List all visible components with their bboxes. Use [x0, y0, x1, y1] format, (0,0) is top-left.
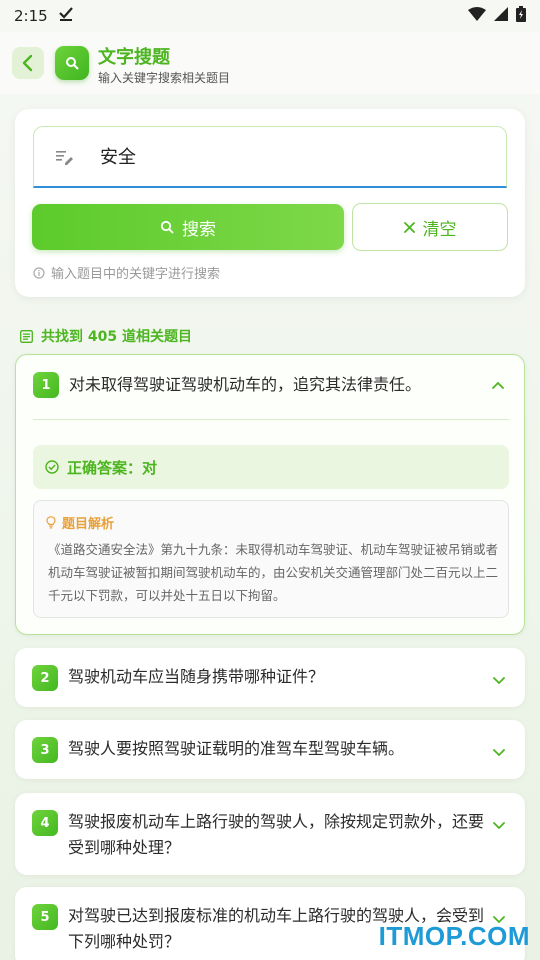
search-field[interactable]: [33, 126, 507, 188]
search-icon: [160, 220, 174, 234]
check-circle-icon: [45, 460, 59, 474]
question-card[interactable]: 2 驾驶机动车应当随身携带哪种证件？: [15, 648, 525, 707]
search-hint: 输入题目中的关键字进行搜索: [33, 263, 220, 282]
wifi-icon: [468, 7, 486, 25]
close-icon: [403, 221, 415, 233]
question-text: 驾驶机动车应当随身携带哪种证件？: [68, 667, 325, 686]
search-button[interactable]: 搜索: [32, 204, 344, 250]
question-card[interactable]: 3 驾驶人要按照驾驶证载明的准驾车型驾驶车辆。: [15, 720, 525, 779]
watermark: ITMOP.COM: [378, 921, 530, 951]
text-edit-icon: [56, 149, 74, 169]
info-icon: [33, 266, 45, 279]
question-number: 5: [32, 904, 58, 930]
question-number: 2: [32, 665, 58, 691]
question-number: 4: [32, 810, 58, 836]
chevron-left-icon: [22, 54, 33, 72]
chevron-down-icon[interactable]: [493, 742, 505, 761]
question-number: 3: [32, 737, 58, 763]
page-title: 文字搜题: [98, 47, 170, 68]
status-time: 2:15: [14, 7, 48, 25]
chevron-up-icon[interactable]: [492, 374, 504, 393]
correct-answer: 正确答案：对: [67, 458, 158, 477]
app-header: 文字搜题 输入关键字搜索相关题目: [0, 32, 540, 94]
battery-icon: [516, 6, 526, 26]
question-card[interactable]: 4 驾驶报废机动车上路行驶的驾驶人，除按规定罚款外，还要受到哪种处理？: [15, 793, 525, 875]
list-icon: [20, 329, 33, 343]
lightbulb-icon: [46, 516, 56, 529]
divider: [33, 419, 509, 420]
search-card: 搜索 清空 输入题目中的关键字进行搜索: [15, 109, 525, 297]
analysis-title: 题目解析: [46, 513, 114, 532]
question-text: 对未取得驾驶证驾驶机动车的，追究其法律责任。: [69, 375, 422, 394]
search-icon: [66, 57, 79, 70]
question-number: 1: [33, 372, 59, 398]
question-text: 驾驶报废机动车上路行驶的驾驶人，除按规定罚款外，还要受到哪种处理？: [68, 812, 485, 857]
answer-box: 正确答案：对: [33, 445, 509, 489]
clear-button[interactable]: 清空: [352, 203, 508, 251]
analysis-box: 题目解析 《道路交通安全法》第九十九条：未取得机动车驾驶证、机动车驾驶证被吊销或…: [33, 500, 509, 618]
analysis-title-text: 题目解析: [62, 517, 115, 532]
result-count-text: 共找到 405 道相关题目: [41, 329, 192, 345]
chevron-down-icon[interactable]: [493, 815, 505, 834]
search-input[interactable]: [100, 141, 480, 171]
search-button-label: 搜索: [182, 219, 216, 240]
chevron-down-icon[interactable]: [493, 670, 505, 689]
search-logo: [55, 46, 89, 80]
question-card[interactable]: 1 对未取得驾驶证驾驶机动车的，追究其法律责任。 正确答案：对 题目解析 《道路…: [15, 354, 525, 635]
page-subtitle: 输入关键字搜索相关题目: [98, 71, 231, 85]
download-check-icon: [58, 6, 74, 26]
search-hint-text: 输入题目中的关键字进行搜索: [51, 267, 221, 282]
question-text: 驾驶人要按照驾驶证载明的准驾车型驾驶车辆。: [68, 739, 405, 758]
status-bar: 2:15: [0, 0, 540, 32]
back-button[interactable]: [12, 47, 44, 79]
analysis-text: 《道路交通安全法》第九十九条：未取得机动车驾驶证、机动车驾驶证被吊销或者机动车驾…: [48, 542, 499, 603]
clear-button-label: 清空: [422, 219, 457, 240]
signal-icon: [494, 7, 508, 25]
result-count: 共找到 405 道相关题目: [20, 326, 192, 346]
